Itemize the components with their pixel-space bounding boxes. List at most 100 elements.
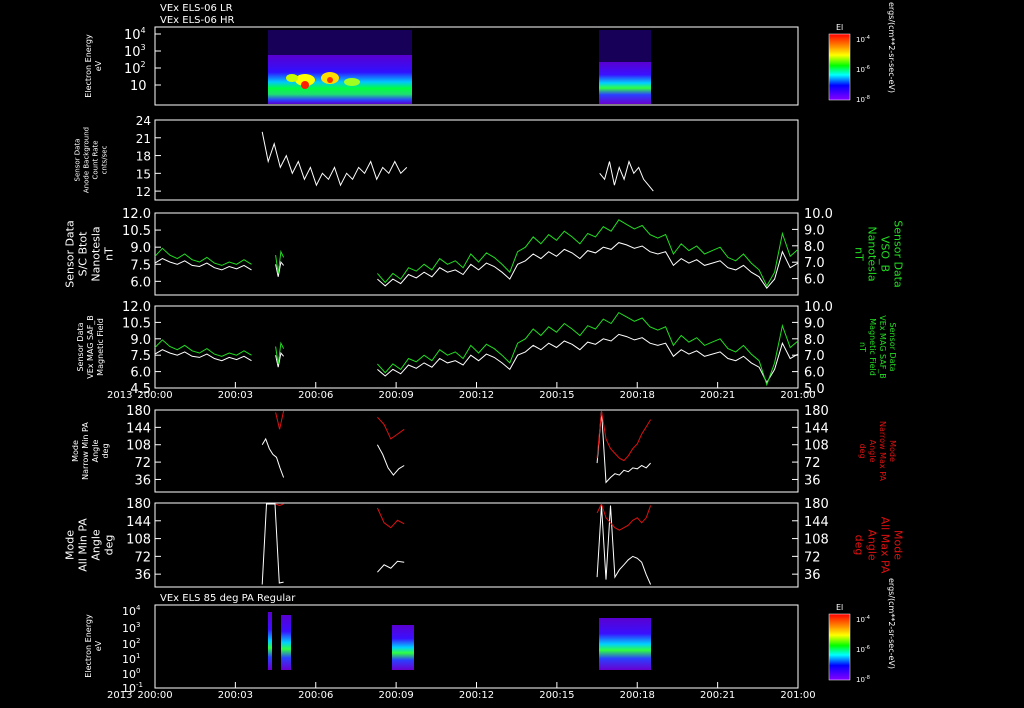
y2label-line: VEx MAG SAF_B bbox=[878, 315, 887, 379]
panel-mag_saf_b: 4.56.07.59.010.512.05.06.07.08.09.010.0S… bbox=[76, 300, 897, 401]
ytick-label: 144 bbox=[126, 421, 151, 436]
ylabel-line: Anode Background bbox=[83, 127, 91, 193]
y2label-line: Nanotesla bbox=[866, 226, 879, 281]
ytick-label: 108 bbox=[126, 439, 151, 454]
panel7-colorbar: El 10-4 10-6 10-8 ergs/(cm**2-sr-sec-eV) bbox=[828, 578, 896, 684]
series-line bbox=[261, 437, 285, 478]
panel7-block-1 bbox=[268, 612, 272, 670]
line-panels: 1215182124Sensor Data Anode Background Cou… bbox=[64, 114, 905, 588]
x-year-label: 2013 bbox=[107, 690, 132, 701]
y2label-line: All Max PA bbox=[879, 517, 892, 574]
y2tick-label: 7.0 bbox=[804, 349, 825, 364]
panel1-hotspot-3 bbox=[286, 74, 298, 82]
panel7-colorbar-tick: 10-4 bbox=[856, 615, 870, 624]
y2tick-label: 144 bbox=[804, 515, 829, 530]
ylabel: Sensor Data S/C Btot Nanotesla nT bbox=[64, 220, 116, 287]
ylabel-line: deg bbox=[101, 443, 110, 458]
ylabel-line: Narrow Min PA bbox=[81, 422, 90, 480]
panel1-spectrogram-block-1 bbox=[268, 30, 412, 104]
ytick-label: 21 bbox=[136, 132, 151, 146]
y2tick-label: 9.0 bbox=[804, 316, 825, 331]
panel1-colorbar-tick: 10-6 bbox=[856, 65, 870, 74]
panel7-colorbar-label: El bbox=[836, 603, 843, 612]
xtick-label: 200:21 bbox=[700, 690, 735, 701]
panel7-ytick-label: 103 bbox=[122, 621, 140, 635]
panel-frame bbox=[154, 502, 799, 588]
series-line bbox=[377, 416, 405, 440]
panel-els-spectrogram: VEx ELS-06 LR VEx ELS-06 HR 104 103 102 bbox=[84, 2, 896, 106]
xtick-label: 200:06 bbox=[298, 390, 333, 401]
y2label: Sensor DataVSO_BNanoteslanT bbox=[853, 220, 905, 287]
ytick-label: 10.5 bbox=[122, 224, 151, 239]
series-line bbox=[377, 219, 799, 287]
ytick-label: 24 bbox=[136, 114, 151, 128]
series-line bbox=[377, 333, 799, 384]
ytick-label: 6.0 bbox=[130, 275, 151, 290]
panel7-spectrogram-blocks bbox=[268, 612, 651, 670]
y2tick-label: 36 bbox=[804, 473, 821, 488]
panel7-colorbar-tick: 10-8 bbox=[856, 675, 870, 684]
ytick-label: 12.0 bbox=[122, 207, 151, 222]
y2label-line: nT bbox=[853, 247, 866, 261]
series-line bbox=[599, 159, 654, 192]
ytick-label: 72 bbox=[134, 456, 151, 471]
panel7-block-2 bbox=[281, 615, 291, 670]
ylabel: Sensor Data Anode Background Count Rate cnt… bbox=[74, 127, 109, 193]
series-line bbox=[154, 339, 252, 357]
xtick-label: 200:12 bbox=[459, 390, 494, 401]
series-line bbox=[275, 410, 285, 430]
panel7-x-axis: 200:00 200:03 200:06 200:09 200:12 200:15 200:… bbox=[107, 682, 816, 701]
y2tick-label: 72 bbox=[804, 550, 821, 565]
y2tick-label: 180 bbox=[804, 404, 829, 419]
panel1-ylabel-line: eV bbox=[94, 60, 103, 71]
ytick-label: 10.5 bbox=[122, 316, 151, 331]
panel7-block-3 bbox=[392, 625, 414, 670]
series-line bbox=[596, 502, 652, 531]
ytick-label: 180 bbox=[126, 497, 151, 512]
y2label-line: Angle bbox=[866, 529, 879, 561]
panel1-block2-band bbox=[599, 62, 651, 104]
y2tick-label: 108 bbox=[804, 533, 829, 548]
series-line bbox=[376, 444, 405, 476]
ytick-label: 7.5 bbox=[130, 258, 151, 273]
y2tick-label: 10.0 bbox=[804, 207, 833, 222]
panel1-ytick-label: 103 bbox=[124, 43, 146, 60]
ytick-label: 36 bbox=[134, 473, 151, 488]
ylabel-line: S/C Btot bbox=[77, 231, 90, 276]
series-line bbox=[596, 410, 652, 462]
ylabel-line: Sensor Data bbox=[76, 322, 85, 371]
panel7-colorbar-tick: 10-6 bbox=[856, 645, 870, 654]
xtick-label: 201:00 bbox=[780, 690, 815, 701]
y2tick-label: 144 bbox=[804, 421, 829, 436]
y2label: ModeAll Max PAAngledeg bbox=[853, 517, 905, 574]
panel1-hotspot-2-core bbox=[327, 77, 333, 83]
panel7-ylabel: Electron Energy eV bbox=[84, 614, 103, 678]
ytick-label: 144 bbox=[126, 515, 151, 530]
xtick-label: 200:15 bbox=[539, 690, 574, 701]
panel7-ytick-label: 101 bbox=[122, 652, 140, 666]
panel1-frame bbox=[154, 26, 799, 106]
panel-frame bbox=[154, 212, 799, 296]
panel1-hotspot-1-core bbox=[301, 81, 309, 89]
ylabel-line: Angle bbox=[91, 440, 100, 463]
xtick-label: 200:00 bbox=[137, 690, 172, 701]
panel7-title: VEx ELS 85 deg PA Regular bbox=[160, 593, 296, 604]
x-year-label: 2013 bbox=[107, 390, 132, 401]
xtick-label: 200:18 bbox=[620, 690, 655, 701]
series-line bbox=[377, 311, 799, 387]
series-line bbox=[261, 131, 408, 187]
panel1-spectrogram-block-2 bbox=[599, 30, 651, 104]
series-line bbox=[376, 507, 405, 529]
panel7-colorbar-unit: ergs/(cm**2-sr-sec-eV) bbox=[887, 578, 896, 669]
panel1-colorbar: El 10-4 10-6 10-8 ergs/(cm**2-sr-sec-eV) bbox=[828, 2, 896, 104]
xtick-label: 200:21 bbox=[700, 390, 735, 401]
y2label-line: Narrow Max PA bbox=[878, 421, 887, 482]
panel1-colorbar-unit: ergs/(cm**2-sr-sec-eV) bbox=[887, 2, 896, 93]
y2label-line: nT bbox=[858, 342, 867, 352]
y2tick-label: 7.0 bbox=[804, 256, 825, 271]
ytick-label: 36 bbox=[134, 568, 151, 583]
ylabel: Mode Narrow Min PA Angle deg bbox=[71, 422, 110, 480]
panel-all_pa: 36721081441803672108144180Mode All Min PA… bbox=[64, 497, 905, 588]
ylabel-line: Sensor Data bbox=[64, 220, 77, 287]
y2label-line: deg bbox=[853, 535, 866, 556]
